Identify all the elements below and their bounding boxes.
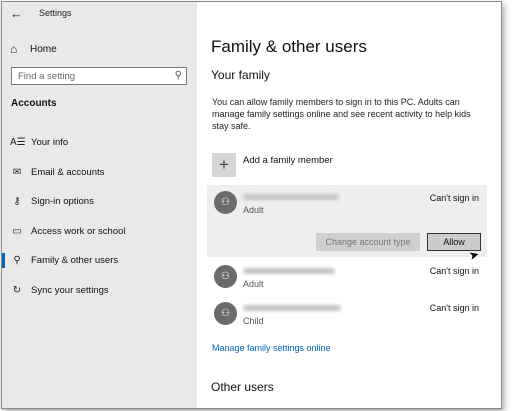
search-input[interactable] [12, 69, 170, 83]
blurred-email [243, 268, 335, 274]
search-icon[interactable]: ⚲ [175, 70, 182, 81]
member-role: Child [243, 316, 264, 326]
main-content: Family & other users Your family You can… [198, 2, 501, 408]
sidebar: ← Settings ⌂ Home ⚲ Accounts A☰ Your inf… [2, 2, 197, 408]
family-description: You can allow family members to sign in … [212, 97, 471, 131]
blurred-email [243, 305, 341, 311]
manage-family-settings-link[interactable]: Manage family settings online [212, 343, 331, 353]
sidebar-nav: A☰ Your info ✉ Email & accounts ⚷ Sign-i… [2, 128, 197, 305]
sidebar-item-label: Your info [31, 137, 69, 149]
mail-icon: ✉ [12, 166, 22, 178]
page-title: Family & other users [211, 37, 367, 56]
sidebar-item-access-work[interactable]: ▭ Access work or school [2, 217, 197, 247]
settings-window: ← Settings ⌂ Home ⚲ Accounts A☰ Your inf… [1, 1, 502, 409]
app-title: Settings [39, 8, 72, 18]
family-member-row[interactable]: ⚇ Child Can't sign in [207, 298, 487, 332]
your-family-heading: Your family [211, 68, 270, 82]
sidebar-item-sign-in-options[interactable]: ⚷ Sign-in options [2, 187, 197, 217]
person-add-icon: ⚲ [13, 255, 21, 267]
member-role: Adult [243, 279, 264, 289]
sync-icon: ↻ [12, 284, 22, 296]
sidebar-item-label: Access work or school [31, 225, 126, 237]
home-icon: ⌂ [10, 42, 18, 56]
home-nav[interactable]: ⌂ Home [10, 39, 190, 59]
add-member-label: Add a family member [243, 154, 333, 166]
user-avatar-icon: ⚇ [214, 265, 237, 288]
key-icon: ⚷ [13, 196, 21, 208]
section-heading: Accounts [11, 98, 57, 109]
sidebar-item-label: Sign-in options [31, 196, 94, 208]
person-card-icon: A☰ [10, 137, 26, 149]
sidebar-item-sync-settings[interactable]: ↻ Sync your settings [2, 276, 197, 306]
sidebar-item-email-accounts[interactable]: ✉ Email & accounts [2, 158, 197, 188]
user-avatar-icon: ⚇ [214, 191, 237, 214]
sidebar-item-label: Sync your settings [31, 284, 109, 296]
home-label: Home [30, 43, 57, 55]
sidebar-item-label: Email & accounts [31, 166, 105, 178]
briefcase-icon: ▭ [12, 225, 22, 237]
blurred-email [243, 194, 339, 200]
title-bar: ← Settings [2, 2, 197, 24]
member-status: Can't sign in [429, 303, 479, 313]
search-box[interactable]: ⚲ [11, 67, 187, 85]
family-member-row[interactable]: ⚇ Adult Can't sign in Change account typ… [207, 185, 487, 263]
family-member-row[interactable]: ⚇ Adult Can't sign in [207, 261, 487, 295]
add-family-member-button[interactable]: + Add a family member [212, 153, 333, 177]
sidebar-item-family-users[interactable]: ⚲ Family & other users [2, 246, 197, 276]
sidebar-item-label: Family & other users [31, 255, 119, 267]
member-status: Can't sign in [429, 266, 479, 276]
member-role: Adult [243, 205, 264, 215]
member-status: Can't sign in [429, 193, 479, 203]
other-users-heading: Other users [211, 380, 274, 394]
user-avatar-icon: ⚇ [214, 302, 237, 325]
plus-icon: + [212, 153, 236, 177]
change-account-type-button: Change account type [316, 233, 420, 251]
sidebar-item-your-info[interactable]: A☰ Your info [2, 128, 197, 158]
back-arrow-icon[interactable]: ← [10, 6, 23, 21]
